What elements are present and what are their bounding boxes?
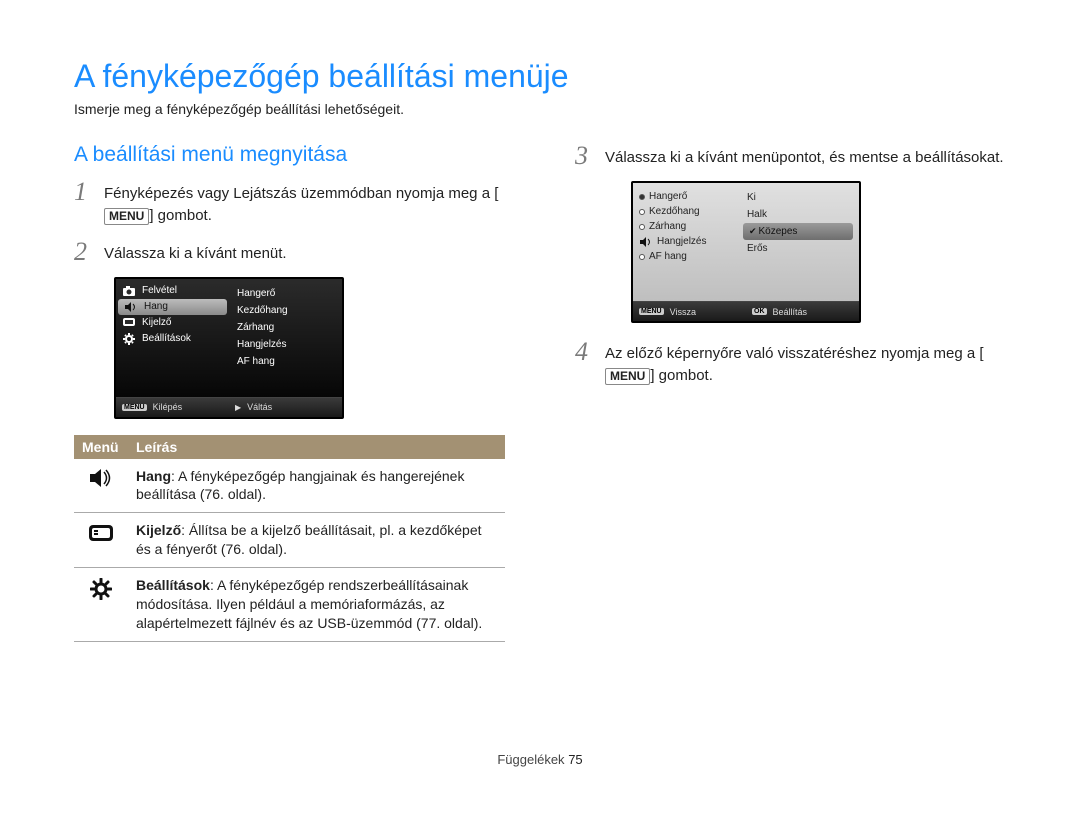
table-row: Beállítások: A fényképezőgép rendszerbeá… xyxy=(74,568,505,642)
table-desc: Kijelző: Állítsa be a kijelző beállítása… xyxy=(128,513,505,568)
gear-icon xyxy=(74,568,128,642)
radio-icon xyxy=(639,194,645,200)
label: Hang xyxy=(144,301,168,312)
step-text-tail: ] gombot. xyxy=(149,207,212,224)
step-number: 1 xyxy=(74,179,94,227)
lcd-main-menu: Felvétel Hang Kijelző Beállítások xyxy=(116,279,229,397)
lcd-submenu: Hangerő Kezdőhang Zárhang Hangjelzés AF … xyxy=(229,279,342,397)
label: Kijelző xyxy=(142,317,171,328)
label: Felvétel xyxy=(142,285,177,296)
gear-icon xyxy=(122,333,136,345)
sound-icon xyxy=(74,459,128,513)
menu-key: MENU xyxy=(104,208,149,226)
table-desc: Hang: A fényképezőgép hangjainak és hang… xyxy=(128,459,505,513)
step-text: Az előző képernyőre való visszatéréshez … xyxy=(605,345,984,362)
left-column: A beállítási menü megnyitása 1 Fényképez… xyxy=(74,143,505,642)
page-number: 75 xyxy=(568,752,582,767)
lcd-footer: MENU Vissza OK Beállítás xyxy=(633,301,859,321)
right-column: 3 Válassza ki a kívánt menüpontot, és me… xyxy=(575,143,1006,642)
manual-page: A fényképezőgép beállítási menüje Ismerj… xyxy=(0,0,1080,767)
two-column-layout: A beállítási menü megnyitása 1 Fényképez… xyxy=(74,143,1006,642)
label: Beállítások xyxy=(142,333,191,344)
label: AF hang xyxy=(649,251,687,262)
label: Közepes xyxy=(759,226,798,237)
step-text-tail: ] gombot. xyxy=(650,367,713,384)
lcd-value-selected: ✔Közepes xyxy=(743,223,853,240)
ok-key-icon: OK xyxy=(752,308,767,315)
lcd-submenu-list: Hangerő Kezdőhang Zárhang Hangjelzés AF … xyxy=(633,183,737,301)
lcd-option: Kezdőhang xyxy=(637,204,733,219)
step-4: 4 Az előző képernyőre való visszatéréshe… xyxy=(575,339,1006,387)
camera-lcd-menu: Felvétel Hang Kijelző Beállítások Hanger… xyxy=(114,277,344,419)
menu-key-icon: MENU xyxy=(639,308,664,315)
lcd-value: Erős xyxy=(741,240,855,257)
step-number: 2 xyxy=(74,239,94,265)
step-number: 4 xyxy=(575,339,595,387)
lcd-value: Halk xyxy=(741,206,855,223)
lcd-sub-item: Zárhang xyxy=(229,319,342,336)
lcd-option: Hangerő xyxy=(637,189,733,204)
display-icon xyxy=(74,513,128,568)
step-3: 3 Válassza ki a kívánt menüpontot, és me… xyxy=(575,143,1006,169)
lcd-value-list: Ki Halk ✔Közepes Erős xyxy=(737,183,859,301)
footer-label: Kilépés xyxy=(153,402,183,412)
table-head-menu: Menü xyxy=(74,435,128,459)
lcd-sub-item: Hangjelzés xyxy=(229,336,342,353)
lcd-item-shoot: Felvétel xyxy=(116,283,229,299)
label: Zárhang xyxy=(649,221,686,232)
display-icon xyxy=(122,317,136,329)
right-arrow-icon: ▶ xyxy=(235,403,241,412)
page-subtitle: Ismerje meg a fényképezőgép beállítási l… xyxy=(74,101,1006,117)
lcd-sub-item: Hangerő xyxy=(229,285,342,302)
label: Hangjelzés xyxy=(657,236,706,247)
lcd-value: Ki xyxy=(741,189,855,206)
label: Kezdőhang xyxy=(649,206,700,217)
step-text: Fényképezés vagy Lejátszás üzemmódban ny… xyxy=(104,185,498,202)
sound-icon xyxy=(124,301,138,313)
camera-icon xyxy=(122,285,136,297)
lcd-footer: MENU Kilépés ▶ Váltás xyxy=(116,397,342,417)
section-heading: A beállítási menü megnyitása xyxy=(74,143,505,167)
table-head-desc: Leírás xyxy=(128,435,505,459)
menu-key: MENU xyxy=(605,368,650,386)
lcd-item-display: Kijelző xyxy=(116,315,229,331)
step-body: Válassza ki a kívánt menüt. xyxy=(104,239,505,265)
lcd-option: Zárhang xyxy=(637,219,733,234)
step-number: 3 xyxy=(575,143,595,169)
lcd-sub-item: Kezdőhang xyxy=(229,302,342,319)
sound-icon xyxy=(639,237,653,247)
step-body: Válassza ki a kívánt menüpontot, és ment… xyxy=(605,143,1006,169)
footer-label: Váltás xyxy=(247,402,272,412)
page-title: A fényképezőgép beállítási menüje xyxy=(74,58,1006,95)
step-body: Fényképezés vagy Lejátszás üzemmódban ny… xyxy=(104,179,505,227)
footer-label: Beállítás xyxy=(773,307,808,317)
check-icon: ✔ xyxy=(749,226,757,236)
menu-description-table: Menü Leírás Hang: A fényképezőgép hangja… xyxy=(74,435,505,642)
table-row: Kijelző: Állítsa be a kijelző beállítása… xyxy=(74,513,505,568)
step-2: 2 Válassza ki a kívánt menüt. xyxy=(74,239,505,265)
page-footer: Függelékek 75 xyxy=(74,752,1006,767)
radio-icon xyxy=(639,209,645,215)
lcd-sub-item: AF hang xyxy=(229,353,342,370)
lcd-item-sound: Hang xyxy=(118,299,227,315)
lcd-option: Hangjelzés xyxy=(637,234,733,249)
menu-key-icon: MENU xyxy=(122,404,147,411)
step-1: 1 Fényképezés vagy Lejátszás üzemmódban … xyxy=(74,179,505,227)
lcd-item-settings: Beállítások xyxy=(116,331,229,347)
step-body: Az előző képernyőre való visszatéréshez … xyxy=(605,339,1006,387)
footer-label: Függelékek xyxy=(497,752,564,767)
lcd-option: AF hang xyxy=(637,249,733,264)
label: Hangerő xyxy=(649,191,687,202)
table-desc: Beállítások: A fényképezőgép rendszerbeá… xyxy=(128,568,505,642)
radio-icon xyxy=(639,224,645,230)
table-row: Hang: A fényképezőgép hangjainak és hang… xyxy=(74,459,505,513)
camera-lcd-options: Hangerő Kezdőhang Zárhang Hangjelzés AF … xyxy=(631,181,861,323)
footer-label: Vissza xyxy=(670,307,696,317)
radio-icon xyxy=(639,254,645,260)
